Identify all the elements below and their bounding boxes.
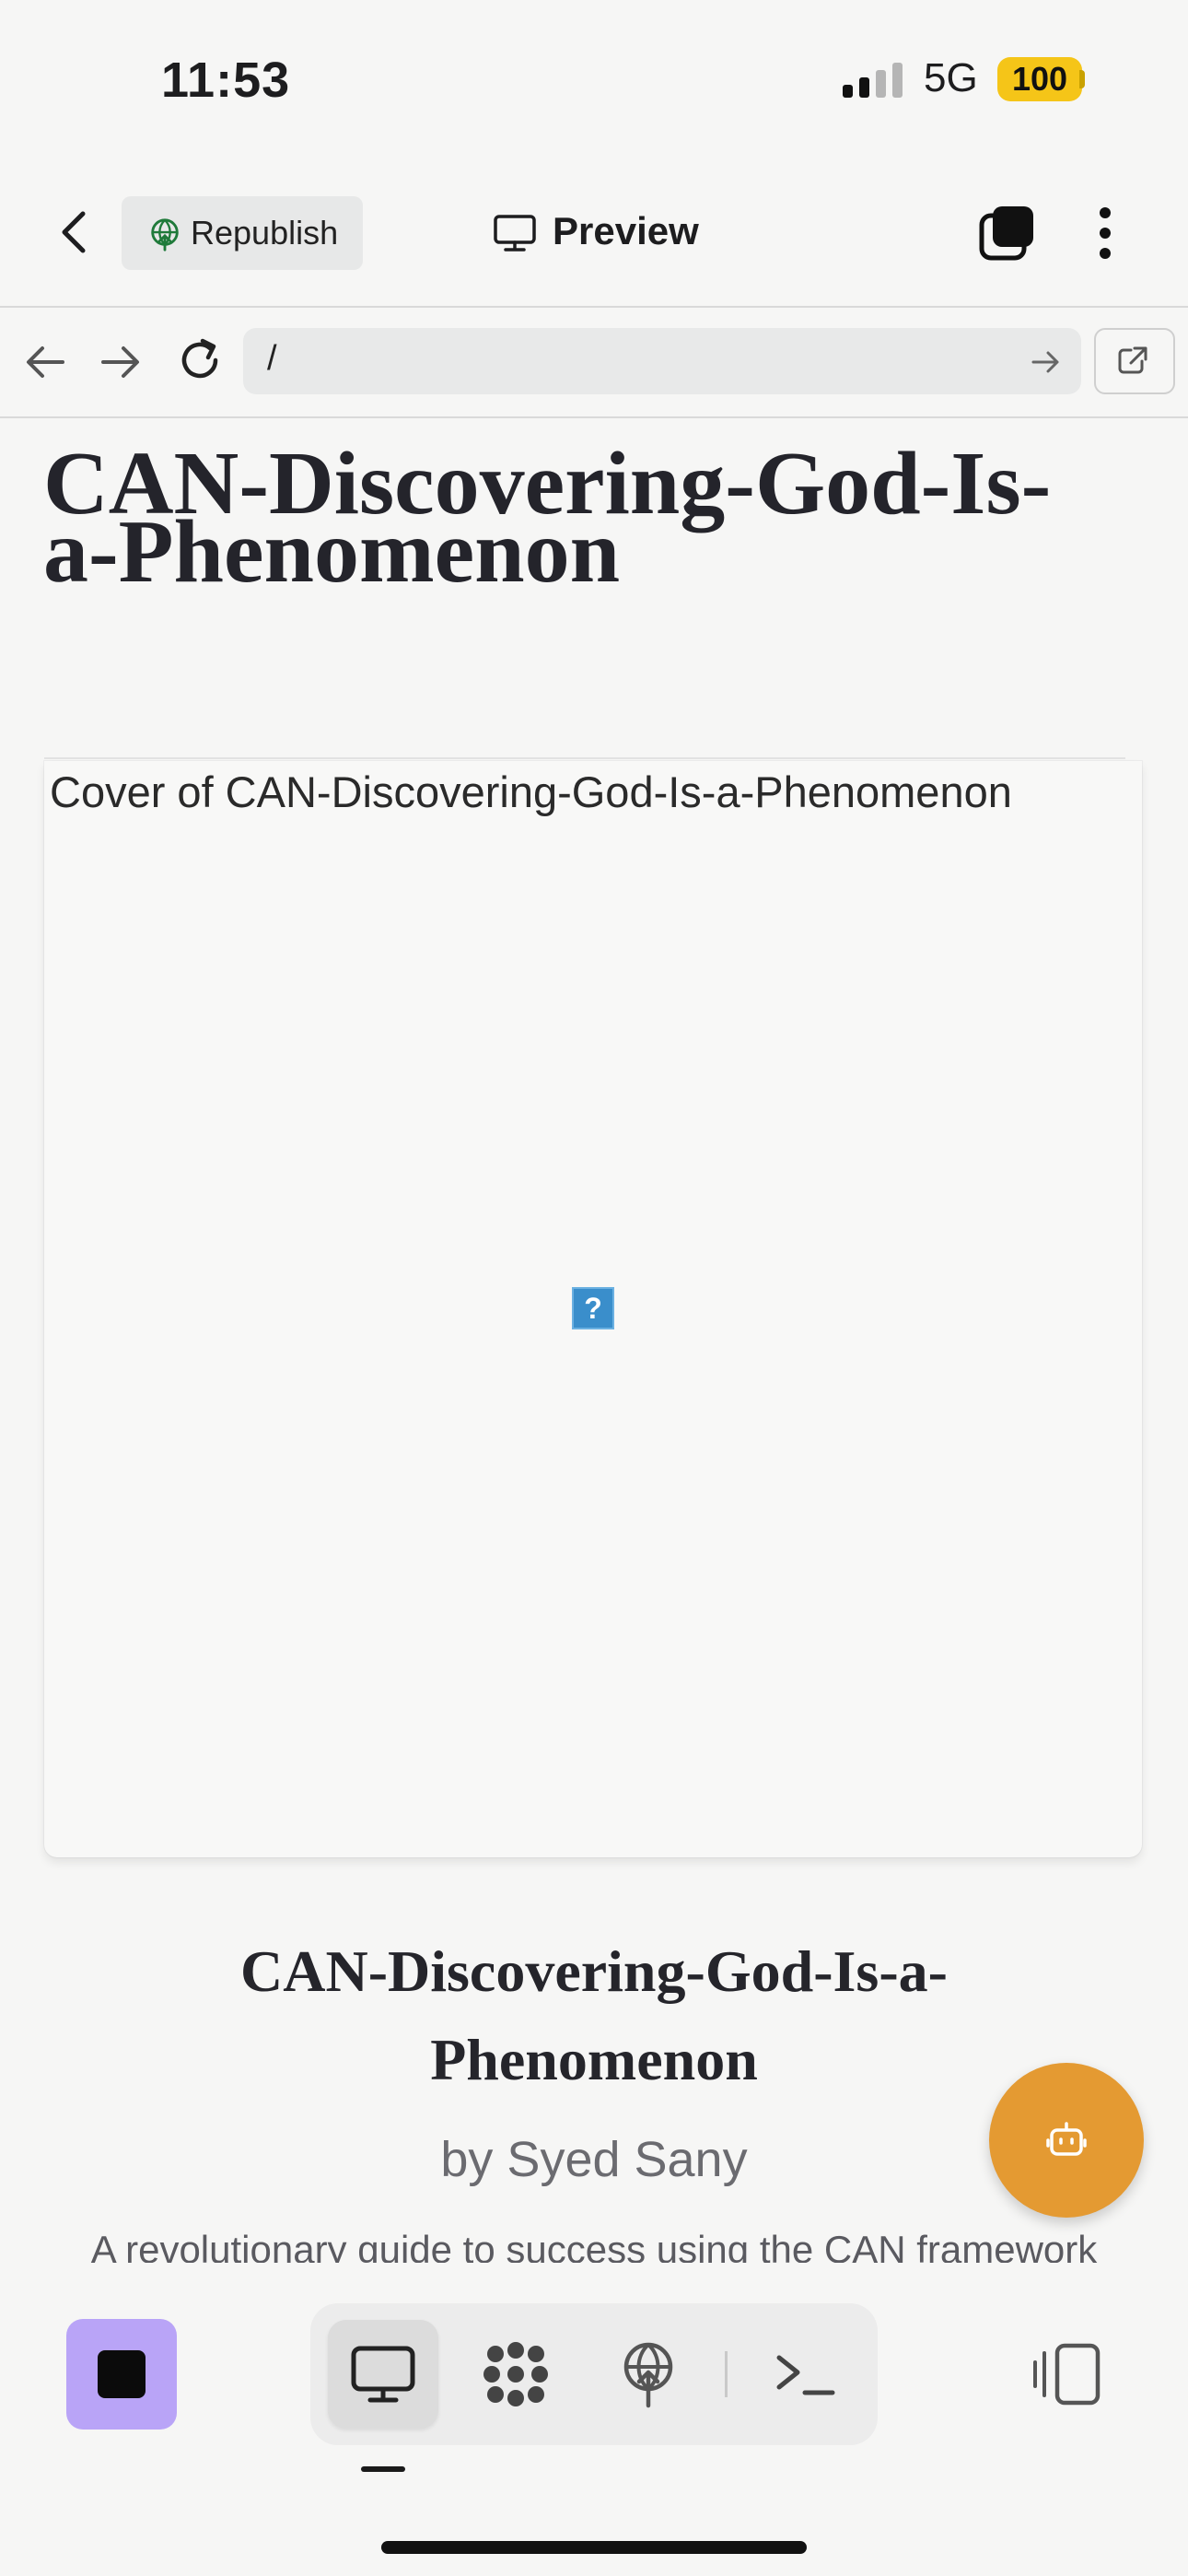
arrow-right-icon[interactable] (1030, 346, 1063, 378)
view-switcher-divider (725, 2351, 728, 2397)
arrow-right-icon[interactable] (98, 341, 144, 383)
stop-button[interactable] (66, 2319, 177, 2430)
url-input[interactable]: / (267, 339, 277, 379)
monitor-icon (494, 215, 536, 252)
preview-title[interactable]: Preview (553, 209, 699, 253)
robot-icon (1046, 2122, 1087, 2156)
terminal-icon[interactable] (766, 2336, 844, 2413)
globe-upload-icon[interactable] (610, 2336, 687, 2413)
cover-alt-text: Cover of CAN-Discovering-God-Is-a-Phenom… (50, 767, 1012, 816)
globe-upload-icon (151, 218, 179, 252)
active-view-underline (361, 2466, 405, 2472)
chevron-left-icon[interactable] (48, 205, 103, 260)
panel-icon[interactable] (1030, 2340, 1103, 2408)
divider (44, 757, 1125, 759)
battery-nub (1079, 70, 1085, 88)
apps-icon[interactable] (477, 2336, 554, 2413)
tabs-icon[interactable] (978, 203, 1037, 262)
broken-image-icon: ? (572, 1287, 614, 1329)
arrow-left-icon[interactable] (22, 341, 68, 383)
external-link-icon (1118, 346, 1147, 374)
book-title: CAN-Discovering-God-Is-a- Phenomenon (0, 1927, 1188, 2104)
home-indicator (381, 2541, 807, 2554)
battery-indicator: 100 (997, 57, 1082, 101)
reload-icon[interactable] (175, 335, 225, 385)
open-external-button[interactable] (1094, 328, 1175, 394)
status-time: 11:53 (161, 53, 291, 108)
monitor-icon[interactable] (344, 2336, 422, 2413)
network-label: 5G (924, 55, 978, 100)
assistant-fab[interactable] (989, 2063, 1144, 2218)
stop-icon (98, 2350, 146, 2398)
signal-icon (843, 63, 903, 98)
page-title: CAN-Discovering-God-Is- a-Phenomenon (43, 439, 1148, 597)
republish-label: Republish (191, 214, 339, 252)
url-bar[interactable] (243, 328, 1081, 394)
book-title-line-1: CAN-Discovering-God-Is-a- (240, 1938, 948, 2004)
more-vertical-icon[interactable] (1089, 205, 1122, 262)
